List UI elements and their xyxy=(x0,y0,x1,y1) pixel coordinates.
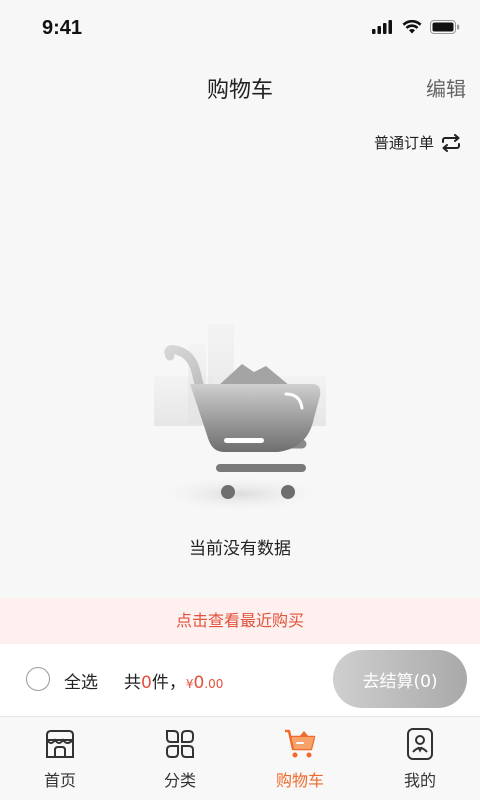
tab-label: 分类 xyxy=(163,771,196,790)
tab-label: 首页 xyxy=(43,771,76,790)
checkout-button[interactable]: 去结算(0) xyxy=(333,650,467,708)
status-time: 9:41 xyxy=(42,17,83,39)
empty-cart-illustration xyxy=(154,324,326,512)
wifi-icon xyxy=(402,20,422,34)
profile-icon xyxy=(407,728,433,760)
summary-unit: 件， xyxy=(151,673,186,693)
order-type-switch[interactable]: 普通订单 xyxy=(374,132,462,153)
tab-category[interactable]: 分类 xyxy=(120,717,240,800)
select-all-label[interactable]: 全选 xyxy=(64,668,98,693)
total-price-decimal: .00 xyxy=(204,677,224,691)
status-bar: 9:41 xyxy=(0,0,480,56)
storefront-icon xyxy=(46,730,74,758)
select-all-radio[interactable] xyxy=(26,667,50,691)
category-grid-icon xyxy=(166,730,194,758)
nav-bar: 购物车 编辑 xyxy=(0,56,480,116)
page-title: 购物车 xyxy=(206,78,273,103)
battery-icon xyxy=(430,20,460,34)
item-count: 0 xyxy=(141,673,152,693)
tab-profile[interactable]: 我的 xyxy=(360,717,480,800)
tab-home[interactable]: 首页 xyxy=(0,717,120,800)
checkout-bar: 全选 共0件，¥0.00 去结算(0) xyxy=(0,644,480,716)
summary-prefix: 共 xyxy=(124,673,141,693)
view-recent-purchases-link[interactable]: 点击查看最近购买 xyxy=(0,598,480,644)
status-icons xyxy=(372,20,460,34)
order-type-label: 普通订单 xyxy=(373,134,434,152)
edit-button[interactable]: 编辑 xyxy=(426,73,466,102)
total-price-integer: 0 xyxy=(193,673,205,693)
tab-bar: 首页 分类 购物车 我的 xyxy=(0,716,480,800)
switch-arrows-icon xyxy=(442,133,460,152)
tab-cart[interactable]: 购物车 xyxy=(240,717,360,800)
tab-label: 我的 xyxy=(403,771,436,790)
cart-summary: 共0件，¥0.00 xyxy=(124,668,223,693)
tab-label: 购物车 xyxy=(275,771,324,790)
signal-icon xyxy=(372,20,392,34)
cart-icon xyxy=(285,729,316,758)
empty-state-message: 当前没有数据 xyxy=(189,539,291,559)
